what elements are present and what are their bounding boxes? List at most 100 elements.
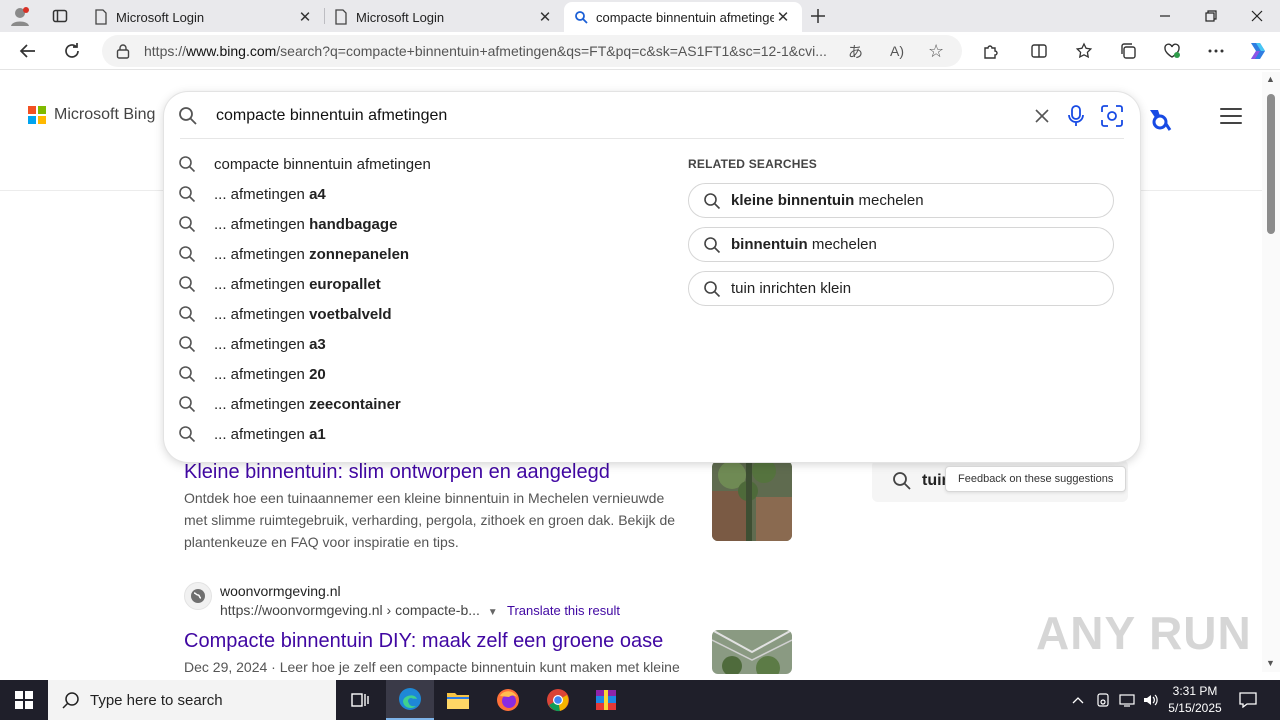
- visual-search-icon[interactable]: [1101, 105, 1123, 127]
- search-input[interactable]: compacte binnentuin afmetingen: [216, 107, 447, 125]
- suggestion-item[interactable]: ... afmetingen europallet: [178, 269, 658, 299]
- collections-button[interactable]: [1113, 36, 1143, 66]
- volume-icon[interactable]: [1140, 680, 1162, 720]
- bing-logo[interactable]: Microsoft Bing: [28, 106, 155, 124]
- new-tab-button[interactable]: [798, 0, 838, 32]
- search-icon: [893, 472, 911, 490]
- suggestion-item[interactable]: ... afmetingen zonnepanelen: [178, 239, 658, 269]
- task-view-button[interactable]: [336, 680, 384, 720]
- translate-page-icon[interactable]: あ: [848, 41, 863, 62]
- clear-search-icon[interactable]: [1034, 108, 1050, 124]
- related-search-rest: tuin inrichten klein: [731, 280, 852, 297]
- network-icon[interactable]: [1116, 680, 1138, 720]
- refresh-button[interactable]: [57, 36, 87, 66]
- profile-button[interactable]: [0, 0, 40, 32]
- suggestion-text: ... afmetingen europallet: [214, 276, 381, 293]
- favorites-button[interactable]: [1069, 36, 1099, 66]
- result-thumbnail-2[interactable]: [712, 630, 792, 674]
- url-host: www.bing.com: [186, 43, 277, 59]
- suggestion-prefix: ... afmetingen: [214, 215, 310, 233]
- translate-result-link[interactable]: Translate this result: [507, 603, 620, 618]
- taskbar-file-explorer[interactable]: [434, 680, 482, 720]
- notification-center-icon[interactable]: [1236, 680, 1260, 720]
- taskbar-clock[interactable]: 3:31 PM 5/15/2025: [1160, 683, 1230, 717]
- suggestion-completion: handbagage: [309, 215, 398, 233]
- taskbar: Type here to search 3:31 PM 5/15/2025: [0, 680, 1280, 720]
- related-search-bold: binnentuin: [731, 236, 808, 253]
- split-screen-button[interactable]: [1024, 36, 1054, 66]
- suggestion-item[interactable]: ... afmetingen a4: [178, 179, 658, 209]
- browser-essentials-button[interactable]: [1157, 36, 1187, 66]
- suggestion-item[interactable]: ... afmetingen a1: [178, 419, 658, 449]
- search-icon: [703, 192, 721, 210]
- suggestion-item[interactable]: ... afmetingen voetbalveld: [178, 299, 658, 329]
- search-icon: [62, 692, 79, 709]
- result-title-2[interactable]: Compacte binnentuin DIY: maak zelf een g…: [184, 630, 663, 653]
- copilot-button[interactable]: [1243, 36, 1273, 66]
- feedback-suggestions-link[interactable]: Feedback on these suggestions: [945, 466, 1127, 492]
- chrome-icon: [547, 689, 569, 712]
- suggestion-item[interactable]: ... afmetingen a3: [178, 329, 658, 359]
- file-explorer-icon: [447, 693, 469, 709]
- suggestion-item[interactable]: ... afmetingen handbagage: [178, 209, 658, 239]
- search-icon: [178, 425, 196, 443]
- taskbar-search-box[interactable]: Type here to search: [48, 680, 336, 720]
- scrollbar-thumb[interactable]: [1267, 94, 1275, 234]
- related-search-pill[interactable]: kleine binnentuin mechelen: [688, 183, 1114, 218]
- suggestion-item[interactable]: ... afmetingen zeecontainer: [178, 389, 658, 419]
- chevron-down-icon[interactable]: ▼: [488, 607, 498, 618]
- close-tab-icon[interactable]: ✕: [536, 8, 554, 26]
- back-button[interactable]: [13, 36, 43, 66]
- taskbar-edge[interactable]: [386, 680, 434, 720]
- scroll-down-icon[interactable]: ▼: [1266, 658, 1275, 668]
- related-search-pill[interactable]: binnentuin mechelen: [688, 227, 1114, 262]
- tab-strip: Microsoft Login ✕ Microsoft Login ✕ comp…: [0, 0, 1280, 32]
- vertical-scrollbar[interactable]: ▲ ▼: [1262, 72, 1280, 672]
- tab-microsoft-login-1[interactable]: Microsoft Login ✕: [84, 2, 324, 32]
- taskbar-chrome[interactable]: [534, 680, 582, 720]
- copilot-icon: [1251, 43, 1265, 59]
- search-box[interactable]: compacte binnentuin afmetingen: [164, 92, 1140, 140]
- suggestion-text: compacte binnentuin afmetingen: [214, 156, 431, 173]
- tab-microsoft-login-2[interactable]: Microsoft Login ✕: [324, 2, 564, 32]
- taskbar-firefox[interactable]: [484, 680, 532, 720]
- result-url-text: https://woonvormgeving.nl › compacte-b..…: [220, 602, 480, 618]
- minimize-button[interactable]: [1142, 0, 1188, 32]
- favorites-icon: [1075, 42, 1093, 59]
- rewards-button[interactable]: [1146, 106, 1174, 139]
- tray-overflow-icon[interactable]: [1068, 680, 1088, 720]
- suggestion-item[interactable]: ... afmetingen 20: [178, 359, 658, 389]
- taskbar-winrar[interactable]: [582, 680, 630, 720]
- extensions-button[interactable]: [976, 36, 1006, 66]
- search-icon: [178, 275, 196, 293]
- microphone-icon[interactable]: [1067, 105, 1085, 127]
- start-button[interactable]: [0, 680, 48, 720]
- result-site-url-2[interactable]: https://woonvormgeving.nl › compacte-b..…: [220, 602, 498, 618]
- restore-button[interactable]: [1188, 0, 1234, 32]
- edge-icon: [399, 688, 421, 710]
- result-snippet-2: Dec 29, 2024 · Leer hoe je zelf een comp…: [184, 659, 680, 675]
- more-menu-button[interactable]: [1201, 36, 1231, 66]
- anyrun-watermark: ANY RUN: [1036, 607, 1252, 659]
- search-icon: [178, 395, 196, 413]
- result-thumbnail-1[interactable]: [712, 461, 792, 541]
- result-title-1[interactable]: Kleine binnentuin: slim ontworpen en aan…: [184, 461, 610, 484]
- read-aloud-icon[interactable]: A): [890, 43, 904, 59]
- hamburger-menu-icon[interactable]: [1220, 106, 1242, 126]
- search-icon: [178, 155, 196, 173]
- tab-bing-search[interactable]: compacte binnentuin afmetingen ✕: [564, 2, 802, 32]
- close-tab-icon[interactable]: ✕: [296, 8, 314, 26]
- scroll-up-icon[interactable]: ▲: [1266, 74, 1275, 84]
- suggestion-text: ... afmetingen a3: [214, 336, 326, 353]
- suggestion-item[interactable]: compacte binnentuin afmetingen: [178, 149, 658, 179]
- device-icon[interactable]: [1093, 680, 1113, 720]
- clock-time: 3:31 PM: [1172, 684, 1218, 698]
- close-tab-icon[interactable]: ✕: [774, 8, 792, 26]
- result-site-name-2[interactable]: woonvormgeving.nl: [220, 583, 341, 599]
- related-search-pill[interactable]: tuin inrichten klein: [688, 271, 1114, 306]
- tab-actions-button[interactable]: [40, 0, 80, 32]
- address-bar[interactable]: https://www.bing.com/search?q=compacte+b…: [102, 35, 962, 67]
- close-window-button[interactable]: [1234, 0, 1280, 32]
- favorite-star-icon[interactable]: ☆: [928, 41, 944, 62]
- more-dots-icon: [1208, 49, 1224, 53]
